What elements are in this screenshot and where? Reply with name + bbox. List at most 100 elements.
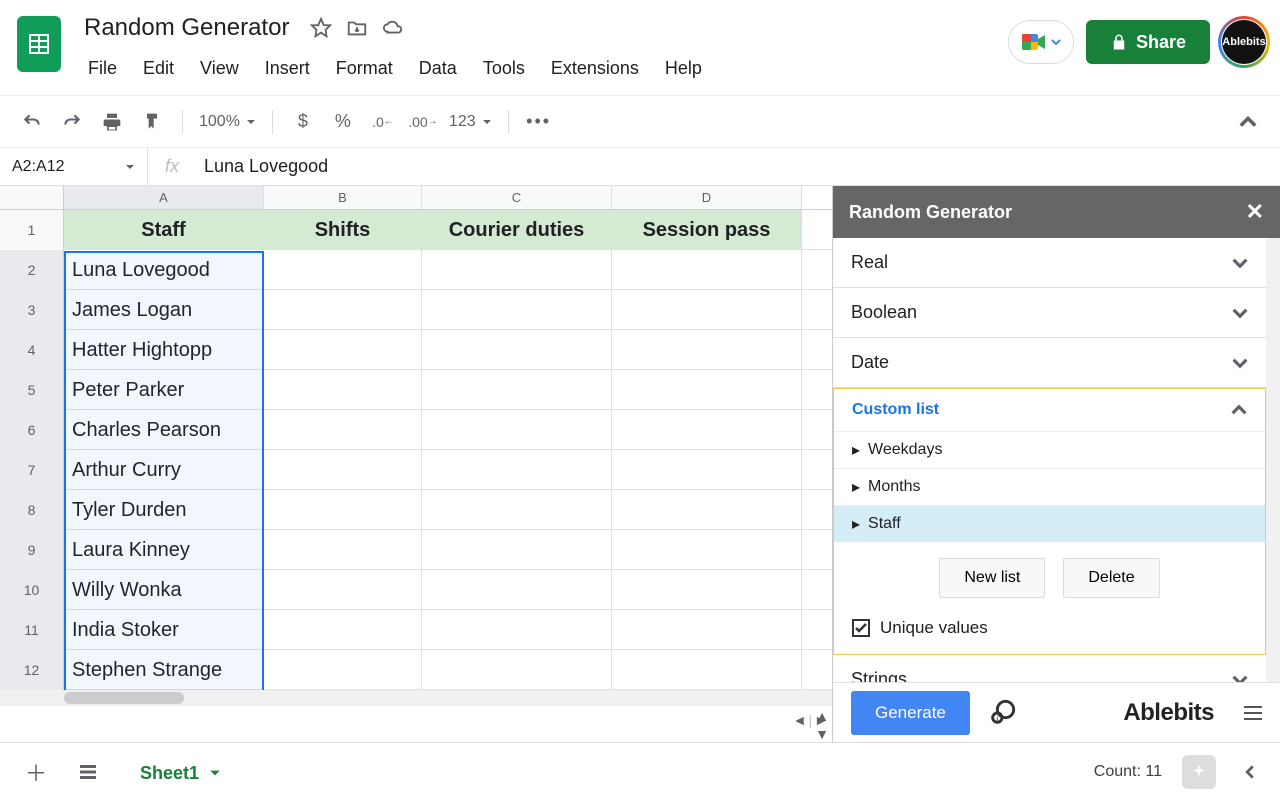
cell[interactable]: Hatter Hightopp [64, 330, 264, 370]
show-side-panel-button[interactable] [1236, 758, 1264, 786]
cell[interactable] [264, 290, 422, 330]
delete-list-button[interactable]: Delete [1063, 558, 1159, 598]
row-header[interactable]: 10 [0, 570, 64, 610]
name-box[interactable]: A2:A12 [0, 148, 148, 185]
cell[interactable] [612, 370, 802, 410]
cell[interactable] [612, 290, 802, 330]
cell[interactable] [264, 410, 422, 450]
all-sheets-button[interactable] [68, 752, 108, 792]
cell[interactable] [612, 410, 802, 450]
row-header[interactable]: 8 [0, 490, 64, 530]
cell[interactable] [612, 330, 802, 370]
cell[interactable]: James Logan [64, 290, 264, 330]
row-header[interactable]: 6 [0, 410, 64, 450]
add-sheet-button[interactable]: ＋ [16, 752, 56, 792]
sheets-logo[interactable] [14, 10, 64, 78]
cell[interactable]: India Stoker [64, 610, 264, 650]
section-date[interactable]: Date [833, 338, 1266, 388]
generate-button[interactable]: Generate [851, 691, 970, 735]
cell[interactable] [422, 530, 612, 570]
account-avatar[interactable]: Ablebits [1222, 20, 1266, 64]
cell[interactable] [612, 570, 802, 610]
more-toolbar-button[interactable]: ••• [521, 104, 557, 140]
cell[interactable] [612, 530, 802, 570]
panel-scrollbar[interactable] [1266, 238, 1280, 682]
unique-values-checkbox[interactable]: Unique values [834, 608, 1265, 654]
cell[interactable]: Session pass [612, 210, 802, 250]
cloud-status-icon[interactable] [381, 16, 405, 40]
menu-file[interactable]: File [78, 54, 127, 83]
tab-sheet1[interactable]: Sheet1 [120, 746, 241, 798]
explore-button[interactable] [1182, 755, 1216, 789]
cell[interactable] [422, 290, 612, 330]
cell[interactable]: Laura Kinney [64, 530, 264, 570]
doc-title[interactable]: Random Generator [78, 12, 295, 44]
cell[interactable] [264, 490, 422, 530]
cell[interactable] [264, 570, 422, 610]
star-icon[interactable] [309, 16, 333, 40]
section-real[interactable]: Real [833, 238, 1266, 288]
scroll-down-icon[interactable]: ▼ [815, 726, 829, 742]
meet-button[interactable] [1008, 20, 1074, 64]
row-header[interactable]: 5 [0, 370, 64, 410]
menu-edit[interactable]: Edit [133, 54, 184, 83]
row-header[interactable]: 1 [0, 210, 64, 250]
row-header[interactable]: 12 [0, 650, 64, 690]
cell[interactable] [264, 450, 422, 490]
cell[interactable] [422, 650, 612, 690]
cell[interactable]: Shifts [264, 210, 422, 250]
section-custom-list-header[interactable]: Custom list [834, 389, 1265, 431]
horizontal-scrollbar[interactable] [0, 690, 832, 706]
cell[interactable] [422, 250, 612, 290]
print-button[interactable] [94, 104, 130, 140]
cell[interactable]: Stephen Strange [64, 650, 264, 690]
cell[interactable]: Staff [64, 210, 264, 250]
move-icon[interactable] [345, 16, 369, 40]
column-header-D[interactable]: D [612, 186, 802, 209]
cell[interactable] [612, 450, 802, 490]
menu-view[interactable]: View [190, 54, 249, 83]
cell[interactable]: Arthur Curry [64, 450, 264, 490]
cell[interactable] [612, 610, 802, 650]
spreadsheet-grid[interactable]: ABCD 1StaffShiftsCourier dutiesSession p… [0, 186, 832, 742]
cell[interactable]: Willy Wonka [64, 570, 264, 610]
menu-tools[interactable]: Tools [473, 54, 535, 83]
paint-format-button[interactable] [134, 104, 170, 140]
format-percent-button[interactable]: % [325, 104, 361, 140]
cell[interactable] [422, 610, 612, 650]
column-header-A[interactable]: A [64, 186, 264, 209]
formula-input[interactable]: Luna Lovegood [196, 156, 1280, 177]
cell[interactable] [612, 250, 802, 290]
cell[interactable]: Peter Parker [64, 370, 264, 410]
row-header[interactable]: 9 [0, 530, 64, 570]
cell[interactable] [422, 450, 612, 490]
menu-format[interactable]: Format [326, 54, 403, 83]
section-boolean[interactable]: Boolean [833, 288, 1266, 338]
undo-button[interactable] [14, 104, 50, 140]
cell[interactable] [264, 530, 422, 570]
share-button[interactable]: Share [1086, 20, 1210, 64]
custom-list-weekdays[interactable]: ▸Weekdays [834, 431, 1265, 468]
scroll-left-icon[interactable]: ◄ [793, 712, 807, 728]
cell[interactable] [264, 650, 422, 690]
cell[interactable] [264, 610, 422, 650]
row-header[interactable]: 3 [0, 290, 64, 330]
row-header[interactable]: 7 [0, 450, 64, 490]
menu-insert[interactable]: Insert [255, 54, 320, 83]
cell[interactable]: Luna Lovegood [64, 250, 264, 290]
cell[interactable] [422, 570, 612, 610]
section-strings[interactable]: Strings [833, 655, 1266, 682]
increase-decimal-button[interactable]: .00→ [405, 104, 441, 140]
cell[interactable] [264, 370, 422, 410]
row-header[interactable]: 2 [0, 250, 64, 290]
cell[interactable]: Courier duties [422, 210, 612, 250]
new-list-button[interactable]: New list [939, 558, 1045, 598]
collapse-toolbar-button[interactable] [1230, 104, 1266, 140]
cell[interactable] [422, 330, 612, 370]
custom-list-staff[interactable]: ▸Staff [834, 505, 1265, 542]
column-header-B[interactable]: B [264, 186, 422, 209]
zoom-dropdown[interactable]: 100% [195, 109, 260, 135]
scroll-up-icon[interactable]: ▲ [815, 708, 829, 724]
menu-help[interactable]: Help [655, 54, 712, 83]
cell[interactable] [422, 370, 612, 410]
